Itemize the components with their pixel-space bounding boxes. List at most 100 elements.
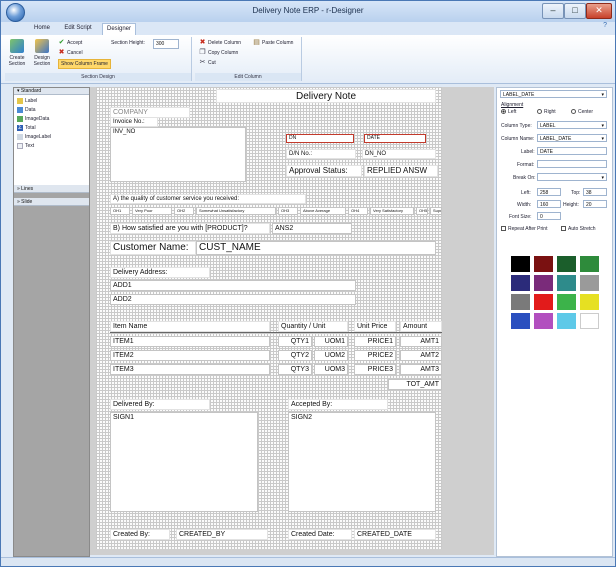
label-input[interactable]: DATE	[537, 147, 607, 155]
format-input[interactable]	[537, 160, 607, 168]
minimize-button[interactable]: –	[542, 3, 564, 19]
toolbox-item-label[interactable]: Label	[17, 97, 37, 105]
font-size-input[interactable]: 0	[537, 212, 561, 220]
height-input[interactable]: 20	[583, 200, 607, 208]
create-section-button[interactable]: Create Section	[7, 39, 27, 71]
delete-column-button[interactable]: ✖ Delete Column	[199, 39, 242, 47]
column-header-unit-price[interactable]: Unit Price	[354, 321, 396, 332]
invoice-no-label[interactable]: Invoice No.:	[110, 117, 158, 127]
item-1-qty[interactable]: QTY1	[278, 336, 312, 347]
created-date-field[interactable]: CREATED_DATE	[354, 529, 436, 540]
rating-label-5[interactable]: Superior	[430, 207, 442, 215]
color-swatch-16[interactable]	[580, 313, 599, 329]
toolbox-slide-header[interactable]: » Slide	[14, 198, 89, 206]
selected-element-dropdown[interactable]: LABEL_DATE ▾	[500, 90, 607, 98]
design-section-button[interactable]: Design Section	[32, 39, 52, 71]
delivery-address-label[interactable]: Delivery Address:	[110, 267, 210, 278]
toolbox-item-total[interactable]: Σ Total	[17, 124, 36, 132]
tab-home[interactable]: Home	[31, 23, 53, 34]
rating-label-1[interactable]: Very Poor	[132, 207, 172, 215]
report-design-surface[interactable]: Delivery Note COMPANY Invoice No.: INV_N…	[96, 87, 442, 549]
rating-label-2[interactable]: Somewhat Unsatisfactory	[196, 207, 276, 215]
created-by-field[interactable]: CREATED_BY	[176, 529, 268, 540]
toolbox-item-text[interactable]: Text	[17, 142, 34, 150]
color-swatch-4[interactable]	[580, 256, 599, 272]
show-column-frame-button[interactable]: Show Column Frame	[58, 59, 111, 69]
align-left-radio[interactable]: Left	[501, 109, 516, 115]
dn-no-label[interactable]: D/N No.:	[286, 149, 356, 159]
column-header-amount[interactable]: Amount	[400, 321, 442, 332]
inv-no-field[interactable]: INV_NO	[110, 127, 246, 182]
color-swatch-8[interactable]	[580, 275, 599, 291]
item-1-price[interactable]: PRICE1	[354, 336, 396, 347]
copy-column-button[interactable]: ❐ Copy Column	[199, 49, 238, 57]
rating-label-3[interactable]: Above Average	[300, 207, 346, 215]
close-button[interactable]: ✕	[586, 3, 612, 19]
width-input[interactable]: 160	[537, 200, 561, 208]
created-date-label[interactable]: Created Date:	[288, 529, 352, 540]
rating-oh4[interactable]: OH4	[348, 207, 368, 215]
item-3-uom[interactable]: UOM3	[314, 364, 348, 375]
color-swatch-14[interactable]	[534, 313, 553, 329]
color-swatch-11[interactable]	[557, 294, 576, 310]
accept-button[interactable]: ✔ Accept	[58, 39, 83, 47]
rating-oh1[interactable]: OH1	[110, 207, 130, 215]
column-header-item[interactable]: Item Name	[110, 321, 270, 332]
color-swatch-13[interactable]	[511, 313, 530, 329]
accepted-by-label[interactable]: Accepted By:	[288, 399, 388, 410]
ans2-field[interactable]: ANS2	[272, 223, 352, 234]
color-swatch-5[interactable]	[511, 275, 530, 291]
break-on-dropdown[interactable]: ▾	[537, 173, 607, 181]
toolbox-item-data[interactable]: Data	[17, 106, 36, 114]
toolbox-lines-header[interactable]: » Lines	[14, 185, 89, 193]
customer-name-field[interactable]: CUST_NAME	[196, 241, 436, 255]
column-name-dropdown[interactable]: LABEL_DATE ▾	[537, 134, 607, 142]
item-3-amount[interactable]: AMT3	[400, 364, 442, 375]
section-height-input[interactable]: 300	[153, 39, 179, 49]
delivered-by-label[interactable]: Delivered By:	[110, 399, 210, 410]
sign2-field[interactable]: SIGN2	[288, 412, 436, 512]
question-a-label[interactable]: A) the quality of customer service you r…	[110, 194, 306, 204]
color-swatch-12[interactable]	[580, 294, 599, 310]
color-swatch-2[interactable]	[534, 256, 553, 272]
sign1-field[interactable]: SIGN1	[110, 412, 258, 512]
item-3-qty[interactable]: QTY3	[278, 364, 312, 375]
cut-button[interactable]: ✂ Cut	[199, 59, 216, 67]
approval-status-field[interactable]: REPLIED ANSW	[364, 165, 438, 177]
item-2-price[interactable]: PRICE2	[354, 350, 396, 361]
color-swatch-7[interactable]	[557, 275, 576, 291]
address-line-1[interactable]: ADD1	[110, 280, 356, 291]
repeat-after-print-checkbox[interactable]: Repeat After Print	[501, 226, 547, 232]
left-input[interactable]: 258	[537, 188, 561, 196]
item-3-name[interactable]: ITEM3	[110, 364, 270, 375]
item-2-amount[interactable]: AMT2	[400, 350, 442, 361]
item-1-name[interactable]: ITEM1	[110, 336, 270, 347]
rating-label-4[interactable]: Very Satisfactory	[370, 207, 414, 215]
dn-selected-field[interactable]: DN	[286, 134, 354, 143]
question-b-label[interactable]: B) How satisfied are you with [PRODUCT]?	[110, 223, 270, 234]
top-input[interactable]: 38	[583, 188, 607, 196]
color-swatch-3[interactable]	[557, 256, 576, 272]
created-by-label[interactable]: Created By:	[110, 529, 170, 540]
color-swatch-15[interactable]	[557, 313, 576, 329]
date-selected-field[interactable]: DATE	[364, 134, 426, 143]
color-swatch-9[interactable]	[511, 294, 530, 310]
dn-no-field[interactable]: DN_NO	[362, 149, 436, 159]
maximize-button[interactable]: □	[564, 3, 586, 19]
item-1-uom[interactable]: UOM1	[314, 336, 348, 347]
toolbox-standard-header[interactable]: ▾ Standard	[14, 88, 89, 95]
item-1-amount[interactable]: AMT1	[400, 336, 442, 347]
item-3-price[interactable]: PRICE3	[354, 364, 396, 375]
align-right-radio[interactable]: Right	[537, 109, 556, 115]
auto-stretch-checkbox[interactable]: Auto Stretch	[561, 226, 596, 232]
address-line-2[interactable]: ADD2	[110, 294, 356, 305]
item-2-uom[interactable]: UOM2	[314, 350, 348, 361]
color-swatch-10[interactable]	[534, 294, 553, 310]
rating-oh2[interactable]: OH2	[174, 207, 194, 215]
toolbox-item-imagedata[interactable]: ImageData	[17, 115, 49, 123]
column-type-dropdown[interactable]: LABEL ▾	[537, 121, 607, 129]
paste-column-button[interactable]: ▤ Paste Column	[253, 39, 293, 47]
report-title[interactable]: Delivery Note	[216, 89, 436, 103]
approval-status-label[interactable]: Approval Status:	[286, 165, 362, 177]
total-amount-field[interactable]: TOT_AMT	[388, 379, 442, 390]
